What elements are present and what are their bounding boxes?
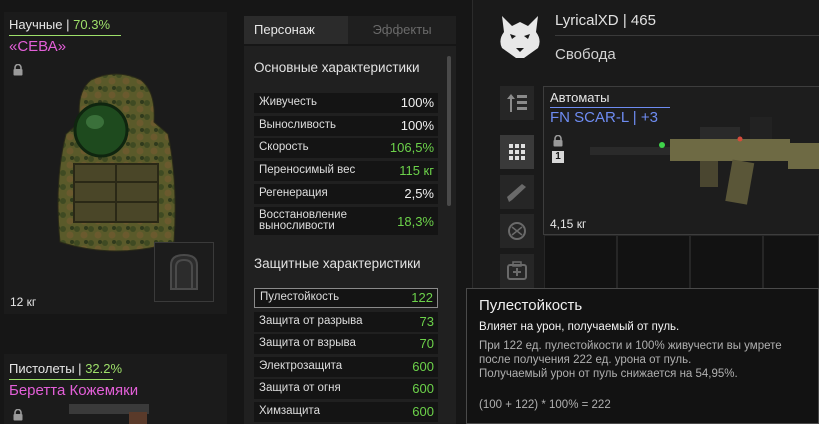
player-name-divider	[555, 35, 819, 36]
stat-row[interactable]: Химзащита 600	[254, 402, 438, 422]
tab-effects[interactable]: Эффекты	[348, 16, 456, 44]
stat-value: 115 кг	[399, 163, 434, 178]
pistol-underline	[9, 379, 113, 380]
sort-arrows-icon	[507, 94, 527, 112]
stat-label: Переносимый вес	[259, 164, 356, 176]
stat-value: 106,5%	[389, 140, 434, 155]
pistol-separator: |	[78, 361, 82, 376]
tooltip-line: после получения 222 ед. урона от пуль.	[479, 354, 692, 366]
stat-label: Электрозащита	[259, 360, 343, 372]
stat-row[interactable]: Регенерация 2,5%	[254, 184, 438, 204]
player-level: 465	[630, 12, 656, 29]
weapon-card[interactable]: Автоматы FN SCAR-L | +3 1 4,15 кг	[543, 86, 819, 235]
stat-label: Защита от взрыва	[259, 337, 356, 349]
stats-tabs: Персонаж Эффекты	[244, 16, 456, 44]
stat-value: 122	[411, 290, 433, 305]
stat-value: 18,3%	[397, 214, 434, 229]
stats-panel: Основные характеристики Живучесть 100% В…	[244, 46, 456, 424]
lock-icon	[13, 64, 23, 76]
stat-label: Выносливость	[259, 119, 336, 131]
stat-value: 600	[412, 404, 434, 419]
player-name: LyricalXD	[555, 12, 619, 29]
stat-row[interactable]: Защита от взрыва 70	[254, 334, 438, 354]
armor-name: «СЕВА»	[9, 38, 67, 55]
tooltip-line: При 122 ед. пулестойкости и 100% живучес…	[479, 340, 782, 352]
stat-value: 70	[419, 336, 434, 351]
stat-label: Пулестойкость	[260, 291, 340, 303]
container-slot[interactable]	[154, 242, 214, 302]
tooltip-subtitle: Влияет на урон, получаемый от пуль.	[479, 321, 680, 333]
slot-number-badge: 1	[552, 151, 564, 163]
stat-label: Защита от огня	[259, 382, 341, 394]
scar-l-image	[590, 117, 819, 205]
stat-label: Скорость	[259, 141, 309, 153]
player-separator: |	[622, 12, 627, 29]
grid-view-button[interactable]	[500, 135, 534, 169]
stat-tooltip: Пулестойкость Влияет на урон, получаемый…	[466, 288, 819, 424]
medkit-icon	[507, 261, 527, 280]
stats-scrollbar[interactable]	[447, 56, 451, 206]
container-slot-icon	[170, 253, 198, 290]
armor-category: Научные	[9, 17, 63, 32]
tooltip-title: Пулестойкость	[479, 297, 583, 314]
protect-stats-title: Защитные характеристики	[254, 256, 421, 271]
pistol-card[interactable]: Пистолеты | 32.2% Беретта Кожемяки	[4, 354, 227, 424]
armor-weight: 12 кг	[10, 295, 37, 309]
medkit-filter-button[interactable]	[500, 254, 534, 288]
stat-label: Защита от разрыва	[259, 315, 363, 327]
player-name-line: LyricalXD | 465	[555, 12, 656, 29]
player-faction: Свобода	[555, 46, 616, 63]
pistol-category: Пистолеты	[9, 361, 75, 376]
pistol-name: Беретта Кожемяки	[9, 382, 139, 399]
stat-label: Химзащита	[259, 405, 320, 417]
armor-separator: |	[66, 17, 70, 32]
tooltip-formula: (100 + 122) * 100% = 222	[479, 399, 611, 411]
lock-icon	[553, 135, 563, 147]
armor-percent: 70.3%	[73, 17, 111, 32]
seva-suit-image	[57, 73, 176, 252]
stat-value: 73	[419, 314, 434, 329]
stat-row[interactable]: Живучесть 100%	[254, 93, 438, 113]
stat-row[interactable]: Переносимый вес 115 кг	[254, 161, 438, 181]
rifle-icon	[507, 184, 526, 202]
pistol-image	[69, 404, 149, 424]
stat-label: Живучесть	[259, 96, 318, 108]
stat-label: Восстановление выносливости	[259, 209, 347, 232]
tooltip-line: Получаемый урон от пуль снижается на 54,…	[479, 368, 738, 380]
tooltip-body: При 122 ед. пулестойкости и 100% живучес…	[479, 339, 782, 381]
stat-row-selected[interactable]: Пулестойкость 122	[254, 288, 438, 308]
weapon-weight: 4,15 кг	[550, 217, 587, 231]
grid-icon	[509, 144, 525, 160]
stat-row[interactable]: Защита от разрыва 73	[254, 312, 438, 332]
stat-value: 100%	[400, 95, 434, 110]
stat-value: 600	[412, 381, 434, 396]
artifact-icon	[508, 222, 526, 240]
armor-card[interactable]: Научные | 70.3% «СЕВА» 12 кг	[4, 12, 227, 314]
stat-row[interactable]: Выносливость 100%	[254, 116, 438, 136]
sort-button[interactable]	[500, 86, 534, 120]
stat-label: Регенерация	[259, 187, 328, 199]
lock-icon	[13, 409, 23, 421]
stat-row[interactable]: Скорость 106,5%	[254, 138, 438, 158]
stat-row[interactable]: Электрозащита 600	[254, 357, 438, 377]
pistol-percent: 32.2%	[85, 361, 123, 376]
tab-character[interactable]: Персонаж	[244, 16, 348, 44]
pistol-category-line: Пистолеты | 32.2%	[9, 361, 122, 376]
artifacts-filter-button[interactable]	[500, 214, 534, 248]
basic-stats-title: Основные характеристики	[254, 60, 420, 75]
wolf-emblem-icon	[500, 16, 540, 58]
stat-row[interactable]: Восстановление выносливости 18,3%	[254, 207, 438, 235]
stat-row[interactable]: Защита от огня 600	[254, 379, 438, 399]
armor-category-line: Научные | 70.3%	[9, 17, 110, 32]
weapons-filter-button[interactable]	[500, 175, 534, 209]
stat-value: 100%	[400, 118, 434, 133]
stat-value: 600	[412, 359, 434, 374]
stat-value: 2,5%	[404, 186, 434, 201]
armor-underline	[9, 35, 121, 36]
weapon-category: Автоматы	[550, 90, 610, 105]
